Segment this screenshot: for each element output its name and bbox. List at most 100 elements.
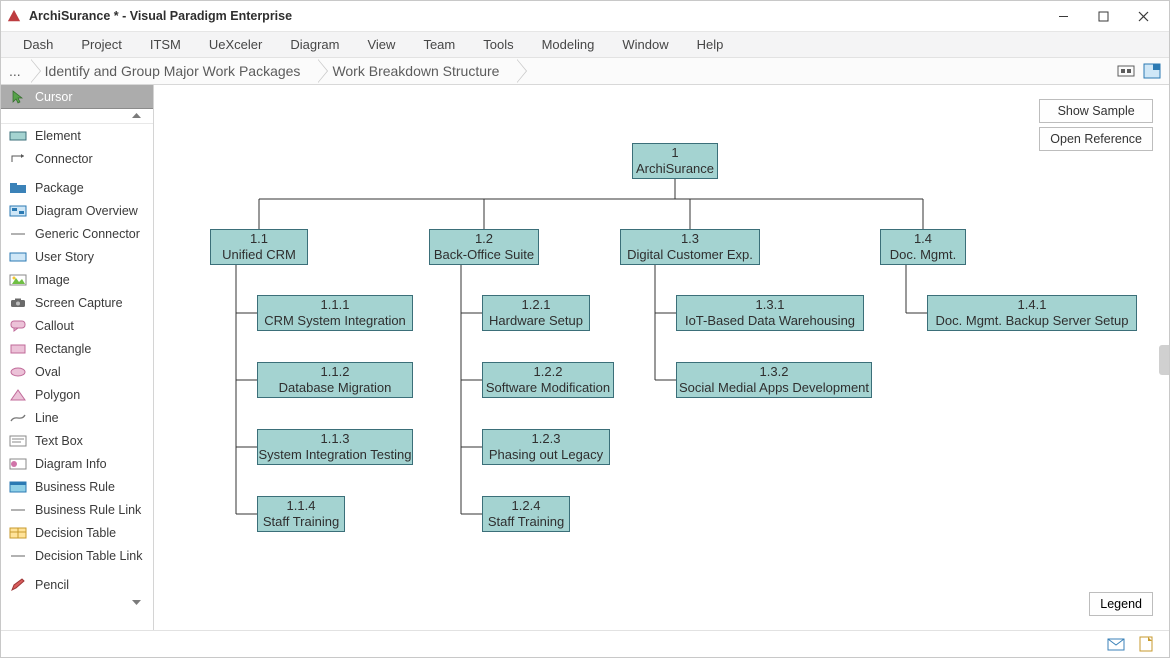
business-rule-icon (9, 480, 27, 494)
palette-screen-capture[interactable]: Screen Capture (1, 291, 153, 314)
palette-label: Text Box (35, 434, 83, 448)
palette-label: Callout (35, 319, 74, 333)
palette-user-story[interactable]: User Story (1, 245, 153, 268)
wbs-node-1-4-1[interactable]: 1.4.1Doc. Mgmt. Backup Server Setup (927, 295, 1137, 331)
palette-label: Oval (35, 365, 61, 379)
note-icon[interactable] (1137, 636, 1155, 652)
palette-polygon[interactable]: Polygon (1, 383, 153, 406)
palette-business-rule[interactable]: Business Rule (1, 475, 153, 498)
minimize-button[interactable] (1043, 1, 1083, 31)
menu-diagram[interactable]: Diagram (276, 32, 353, 57)
palette-rectangle[interactable]: Rectangle (1, 337, 153, 360)
palette-collapse-top[interactable] (1, 109, 153, 124)
decision-table-icon (9, 526, 27, 540)
image-icon (9, 273, 27, 287)
connector-icon (9, 152, 27, 166)
maximize-button[interactable] (1083, 1, 1123, 31)
wbs-node-1-2[interactable]: 1.2Back-Office Suite (429, 229, 539, 265)
menu-modeling[interactable]: Modeling (528, 32, 609, 57)
palette-line[interactable]: Line (1, 406, 153, 429)
diagram-overview-icon (9, 204, 27, 218)
palette-text-box[interactable]: Text Box (1, 429, 153, 452)
close-button[interactable] (1123, 1, 1163, 31)
diagram-info-icon (9, 457, 27, 471)
palette-decision-table[interactable]: Decision Table (1, 521, 153, 544)
window-title: ArchiSurance * - Visual Paradigm Enterpr… (29, 9, 292, 23)
wbs-node-1-1-4[interactable]: 1.1.4Staff Training (257, 496, 345, 532)
breadcrumb-current[interactable]: Work Breakdown Structure (318, 58, 517, 84)
palette-cursor[interactable]: Cursor (1, 85, 153, 109)
palette-label: Connector (35, 152, 93, 166)
palette-connector[interactable]: Connector (1, 147, 153, 170)
palette-label: Polygon (35, 388, 80, 402)
palette-label: Decision Table Link (35, 549, 142, 563)
palette-label: Diagram Overview (35, 204, 138, 218)
wbs-node-1-1-1[interactable]: 1.1.1CRM System Integration (257, 295, 413, 331)
palette-label: Cursor (35, 90, 73, 104)
wbs-node-1-2-2[interactable]: 1.2.2Software Modification (482, 362, 614, 398)
wbs-node-1-1-3[interactable]: 1.1.3System Integration Testing (257, 429, 413, 465)
menu-project[interactable]: Project (67, 32, 135, 57)
palette-pencil[interactable]: Pencil (1, 573, 153, 596)
palette-element[interactable]: Element (1, 124, 153, 147)
wbs-node-1-3[interactable]: 1.3Digital Customer Exp. (620, 229, 760, 265)
titlebar: ArchiSurance * - Visual Paradigm Enterpr… (1, 1, 1169, 32)
pencil-icon (9, 578, 27, 592)
palette-decision-table-link[interactable]: Decision Table Link (1, 544, 153, 567)
palette-business-rule-link[interactable]: Business Rule Link (1, 498, 153, 521)
element-icon (9, 129, 27, 143)
wbs-node-1-1-2[interactable]: 1.1.2Database Migration (257, 362, 413, 398)
line-icon (9, 411, 27, 425)
wbs-node-1-4[interactable]: 1.4Doc. Mgmt. (880, 229, 966, 265)
menu-team[interactable]: Team (409, 32, 469, 57)
palette-label: Diagram Info (35, 457, 107, 471)
menu-dash[interactable]: Dash (9, 32, 67, 57)
palette-oval[interactable]: Oval (1, 360, 153, 383)
wbs-node-1-3-2[interactable]: 1.3.2Social Medial Apps Development (676, 362, 872, 398)
app-window: ArchiSurance * - Visual Paradigm Enterpr… (0, 0, 1170, 658)
wbs-node-1-3-1[interactable]: 1.3.1IoT-Based Data Warehousing (676, 295, 864, 331)
palette-diagram-info[interactable]: Diagram Info (1, 452, 153, 475)
wbs-node-1-2-4[interactable]: 1.2.4Staff Training (482, 496, 570, 532)
toolbar-export-image-icon[interactable] (1117, 62, 1135, 80)
palette-label: Business Rule (35, 480, 115, 494)
canvas-float-actions: Show Sample Open Reference (1039, 99, 1153, 151)
menu-uexceler[interactable]: UeXceler (195, 32, 276, 57)
tool-palette: Cursor Element Connector Package Diagram… (1, 85, 154, 630)
wbs-node-1-2-1[interactable]: 1.2.1Hardware Setup (482, 295, 590, 331)
menu-tools[interactable]: Tools (469, 32, 527, 57)
toolbar-nav-icon[interactable] (1143, 62, 1161, 80)
menu-itsm[interactable]: ITSM (136, 32, 195, 57)
palette-callout[interactable]: Callout (1, 314, 153, 337)
vertical-scroll-hint[interactable] (1159, 345, 1169, 375)
mail-icon[interactable] (1107, 636, 1125, 652)
wbs-node-1-2-3[interactable]: 1.2.3Phasing out Legacy (482, 429, 610, 465)
menu-window[interactable]: Window (608, 32, 682, 57)
cursor-icon (9, 90, 27, 104)
wbs-node-1-1[interactable]: 1.1Unified CRM (210, 229, 308, 265)
legend-button[interactable]: Legend (1089, 592, 1153, 616)
decision-table-link-icon (9, 549, 27, 563)
menu-view[interactable]: View (353, 32, 409, 57)
breadcrumb-parent[interactable]: Identify and Group Major Work Packages (31, 58, 319, 84)
palette-label: Rectangle (35, 342, 91, 356)
menubar: Dash Project ITSM UeXceler Diagram View … (1, 32, 1169, 58)
wbs-node-1[interactable]: 1ArchiSurance (632, 143, 718, 179)
palette-label: Pencil (35, 578, 69, 592)
rectangle-icon (9, 342, 27, 356)
statusbar (1, 630, 1169, 657)
diagram-canvas[interactable]: 1ArchiSurance 1.1Unified CRM 1.2Back-Off… (154, 85, 1169, 630)
breadcrumb-root[interactable]: ... (1, 58, 31, 84)
palette-image[interactable]: Image (1, 268, 153, 291)
palette-label: Package (35, 181, 84, 195)
palette-label: Element (35, 129, 81, 143)
palette-label: Image (35, 273, 70, 287)
show-sample-button[interactable]: Show Sample (1039, 99, 1153, 123)
open-reference-button[interactable]: Open Reference (1039, 127, 1153, 151)
palette-package[interactable]: Package (1, 176, 153, 199)
palette-diagram-overview[interactable]: Diagram Overview (1, 199, 153, 222)
palette-generic-connector[interactable]: Generic Connector (1, 222, 153, 245)
palette-collapse-bottom[interactable] (1, 596, 153, 610)
menu-help[interactable]: Help (683, 32, 738, 57)
workspace: Cursor Element Connector Package Diagram… (1, 85, 1169, 630)
